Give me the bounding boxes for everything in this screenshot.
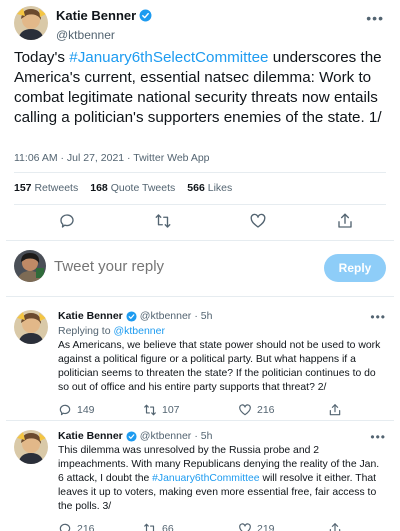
- reply-input[interactable]: [54, 258, 274, 275]
- verified-badge-icon: [126, 430, 137, 442]
- retweets-label: Retweets: [34, 182, 79, 194]
- user-avatar[interactable]: [14, 250, 46, 282]
- reply-icon: [59, 523, 71, 531]
- author-name-text[interactable]: Katie Benner: [56, 8, 136, 23]
- main-tweet-actions: [14, 212, 386, 232]
- main-tweet-text: Today's #January6thSelectCommittee under…: [14, 48, 386, 128]
- divider: [6, 420, 394, 421]
- tweet-timestamp[interactable]: 11:06 AM · Jul 27, 2021 · Twitter Web Ap…: [14, 152, 210, 164]
- reply-actions: 149 107 216: [58, 403, 386, 419]
- replying-to-label: Replying to: [58, 325, 114, 337]
- reply-count: 149: [77, 404, 95, 416]
- reply-action[interactable]: 149: [58, 403, 95, 417]
- reply-icon[interactable]: [58, 212, 76, 230]
- engagement-stats: 157 Retweets 168 Quote Tweets 566 Likes: [14, 182, 232, 194]
- author-handle[interactable]: @ktbenner: [140, 430, 192, 442]
- divider: [6, 240, 394, 241]
- replying-to: Replying to @ktbenner: [58, 325, 386, 337]
- more-options-icon[interactable]: •••: [370, 310, 386, 324]
- more-options-icon[interactable]: •••: [366, 10, 384, 26]
- share-icon[interactable]: [328, 522, 342, 531]
- author-handle[interactable]: @ktbenner: [140, 310, 192, 322]
- author-name[interactable]: Katie Benner: [58, 310, 123, 322]
- divider: [14, 172, 386, 173]
- retweet-icon: [144, 404, 156, 416]
- retweet-count: 107: [162, 404, 180, 416]
- avatar[interactable]: [14, 430, 48, 464]
- divider: [14, 204, 386, 205]
- retweet-count: 66: [162, 523, 174, 531]
- tweet-text-prefix: Today's: [14, 49, 70, 66]
- tweet-time[interactable]: · 5h: [194, 310, 212, 322]
- divider: [6, 296, 394, 297]
- reply-text: As Americans, we believe that state powe…: [58, 340, 381, 393]
- hashtag-link[interactable]: #January6thCommittee: [152, 473, 259, 484]
- likes-label: Likes: [207, 182, 233, 194]
- retweet-action[interactable]: 107: [143, 403, 180, 417]
- retweet-icon: [144, 523, 155, 531]
- reply-header: Katie Benner @ktbenner · 5h: [58, 310, 386, 322]
- avatar[interactable]: [14, 310, 48, 344]
- tweet-time[interactable]: · 5h: [194, 430, 212, 442]
- avatar[interactable]: [14, 6, 48, 40]
- retweet-icon[interactable]: [154, 212, 172, 230]
- reply-actions: 216 66 219: [58, 522, 386, 531]
- author-name[interactable]: Katie Benner: [58, 430, 123, 442]
- like-action[interactable]: 219: [238, 522, 275, 531]
- like-icon[interactable]: [249, 212, 267, 230]
- reply-count: 216: [77, 523, 95, 531]
- reply-icon: [59, 404, 71, 416]
- tweet-thread: Katie Benner @ktbenner ••• Today's #Janu…: [6, 0, 394, 531]
- like-icon: [239, 523, 251, 531]
- likes-stat[interactable]: 566 Likes: [187, 182, 232, 194]
- hashtag-link[interactable]: #January6thSelectCommittee: [69, 49, 268, 66]
- share-icon[interactable]: [336, 212, 354, 230]
- like-count: 219: [257, 523, 275, 531]
- reply-header: Katie Benner @ktbenner · 5h: [58, 430, 386, 442]
- share-icon[interactable]: [328, 403, 342, 417]
- retweet-action[interactable]: 66: [143, 522, 174, 531]
- like-action[interactable]: 216: [238, 403, 275, 417]
- more-options-icon[interactable]: •••: [370, 430, 386, 444]
- verified-badge-icon: [126, 310, 137, 322]
- like-count: 216: [257, 404, 275, 416]
- reply-composer: Reply: [6, 244, 394, 290]
- retweets-stat[interactable]: 157 Retweets: [14, 182, 78, 194]
- quote-tweets-stat[interactable]: 168 Quote Tweets: [90, 182, 175, 194]
- replying-to-handle[interactable]: @ktbenner: [113, 325, 165, 337]
- like-icon: [239, 404, 251, 416]
- author-handle[interactable]: @ktbenner: [56, 28, 152, 42]
- reply-action[interactable]: 216: [58, 522, 95, 531]
- likes-count: 566: [187, 182, 205, 194]
- main-tweet-header: Katie Benner @ktbenner •••: [14, 4, 386, 44]
- quote-tweets-label: Quote Tweets: [110, 182, 176, 194]
- retweets-count: 157: [14, 182, 32, 194]
- quote-tweets-count: 168: [90, 182, 108, 194]
- verified-badge-icon: [139, 9, 152, 22]
- reply-text: This dilemma was unresolved by the Russi…: [58, 444, 386, 514]
- author-name[interactable]: Katie Benner: [56, 8, 152, 23]
- reply-button[interactable]: Reply: [324, 254, 386, 282]
